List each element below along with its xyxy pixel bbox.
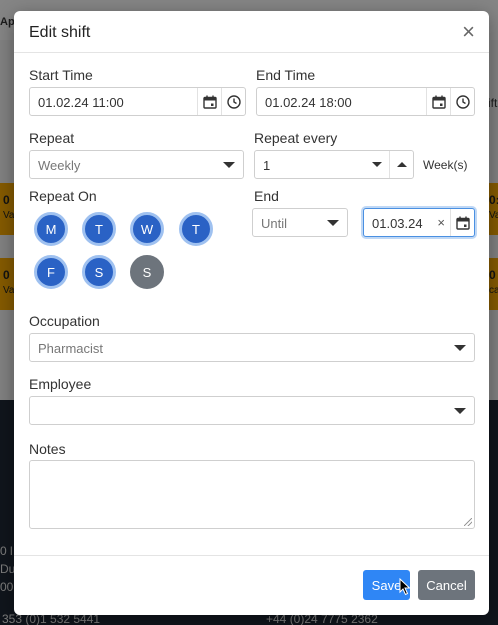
repeat-every-value: 1 [263,158,271,173]
repeat-select[interactable]: Weekly [29,150,244,179]
occupation-select[interactable]: Pharmacist [29,333,475,362]
day-toggle-tuesday[interactable]: T [82,212,116,246]
chevron-up-icon[interactable] [389,151,413,178]
clock-icon[interactable] [450,88,474,115]
notes-textarea[interactable] [29,460,475,529]
end-mode-select[interactable]: Until [252,208,348,237]
calendar-icon[interactable] [450,209,474,236]
notes-label: Notes [29,441,66,457]
day-toggle-friday[interactable]: F [34,255,68,289]
day-toggle-thursday[interactable]: T [179,212,213,246]
modal-footer-divider [14,555,489,556]
repeat-every-unit: Week(s) [423,158,468,172]
day-toggle-sunday[interactable]: S [130,255,164,289]
calendar-icon[interactable] [197,88,221,115]
repeat-label: Repeat [29,130,75,146]
start-time-label: Start Time [29,67,93,83]
end-label: End [254,188,279,204]
cancel-button[interactable]: Cancel [418,570,475,600]
resize-handle-icon[interactable] [464,518,472,526]
chevron-down-icon [454,345,466,351]
close-icon[interactable]: × [462,21,475,43]
employee-select[interactable] [29,396,475,425]
occupation-value: Pharmacist [38,341,104,356]
edit-shift-modal: Edit shift × Start Time 01.02.24 11:00 E… [14,11,489,615]
repeat-every-label: Repeat every [254,130,338,146]
occupation-label: Occupation [29,313,100,329]
end-time-field[interactable]: 01.02.24 18:00 [256,87,475,116]
day-toggle-saturday[interactable]: S [82,255,116,289]
start-time-value: 01.02.24 11:00 [38,95,124,110]
clock-icon[interactable] [221,88,245,115]
chevron-down-icon[interactable] [365,151,389,178]
chevron-down-icon [327,220,339,226]
repeat-every-stepper[interactable]: 1 [254,150,414,179]
end-mode-value: Until [261,216,288,231]
end-time-value: 01.02.24 18:00 [265,95,352,110]
modal-title: Edit shift [29,24,91,41]
cursor-icon [399,578,411,596]
end-date-value: 01.03.24 [372,216,423,231]
chevron-down-icon [454,408,466,414]
modal-header: Edit shift × [14,11,489,53]
repeat-value: Weekly [38,158,81,173]
end-time-label: End Time [256,67,316,83]
calendar-icon[interactable] [426,88,450,115]
repeat-on-label: Repeat On [29,188,97,204]
day-toggle-monday[interactable]: M [34,212,68,246]
end-date-field[interactable]: 01.03.24 × [363,208,475,237]
chevron-down-icon [223,162,235,168]
clear-icon[interactable]: × [437,215,445,230]
start-time-field[interactable]: 01.02.24 11:00 [29,87,246,116]
employee-label: Employee [29,376,92,392]
day-toggle-wednesday[interactable]: W [130,212,164,246]
